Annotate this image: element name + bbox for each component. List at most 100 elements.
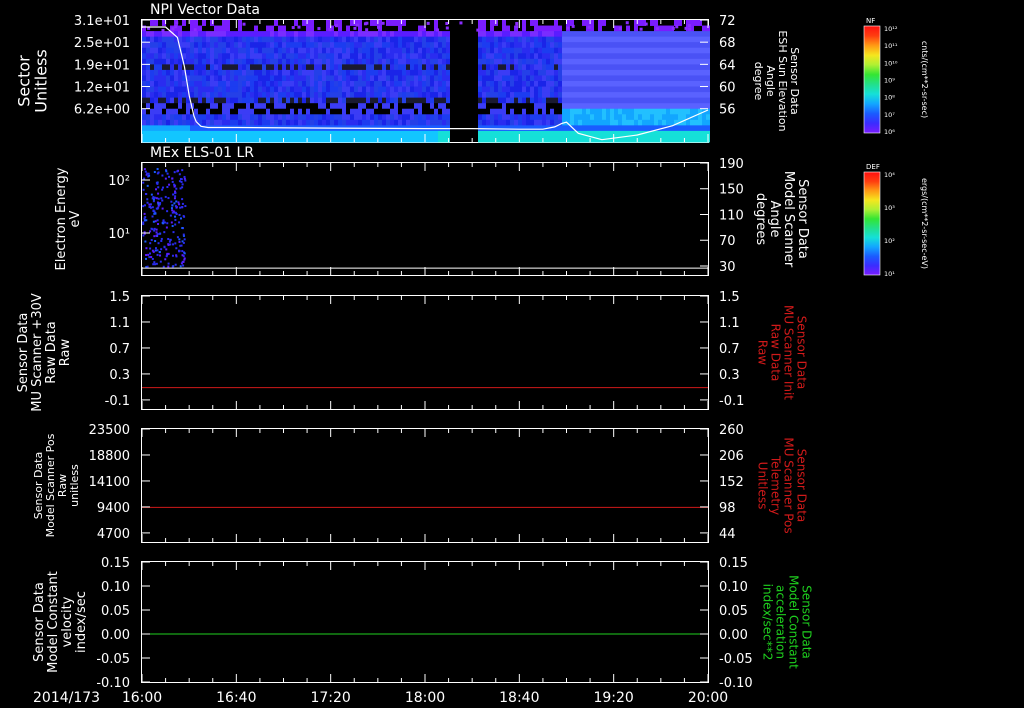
spectrogram-cell [242, 114, 246, 121]
spectrogram-cell [514, 130, 518, 137]
spectrogram-cell [578, 36, 582, 43]
spectrogram-cell [350, 119, 354, 126]
spectrogram-cell [162, 64, 166, 71]
spectrogram-cell [518, 36, 522, 43]
spectrogram-cell [182, 125, 186, 132]
spectrogram-cell [526, 81, 530, 87]
spectrogram-cell [434, 92, 438, 99]
spectrogram-cell [602, 97, 606, 104]
spectrogram-cell [570, 31, 574, 38]
spectrogram-cell [182, 20, 186, 26]
spectrogram-cell [318, 86, 322, 93]
spectrogram-cell [650, 81, 654, 87]
energy-scatter-point [159, 260, 162, 263]
spectrogram-cell [202, 103, 206, 110]
energy-scatter-point [168, 175, 171, 178]
spectrogram-cell [678, 92, 682, 99]
y-title-right: MU Scanner Init [782, 305, 796, 400]
spectrogram-cell [150, 136, 154, 143]
spectrogram-cell [230, 119, 234, 126]
spectrogram-cell [386, 75, 390, 82]
spectrogram-cell [682, 69, 686, 76]
spectrogram-cell [150, 81, 154, 87]
spectrogram-cell [622, 119, 626, 126]
right-tick-label: 72 [719, 14, 736, 29]
spectrogram-cell [290, 119, 294, 126]
spectrogram-speck [381, 21, 385, 25]
energy-scatter-point [180, 178, 183, 181]
spectrogram-cell [410, 92, 414, 99]
spectrogram-cell [614, 97, 618, 104]
spectrogram-cell [526, 75, 530, 82]
spectrogram-cell [558, 103, 562, 110]
spectrogram-cell [494, 103, 498, 110]
spectrogram-cell [638, 92, 642, 99]
spectrogram-cell [226, 103, 230, 110]
spectrogram-cell [434, 86, 438, 93]
spectrogram-cell [262, 58, 266, 65]
spectrogram-cell [274, 47, 278, 54]
spectrogram-cell [610, 108, 614, 115]
spectrogram-cell [394, 81, 398, 87]
spectrogram-cell [586, 64, 590, 71]
spectrogram-cell [562, 125, 566, 132]
spectrogram-cell [214, 114, 218, 121]
spectrogram-cell [434, 36, 438, 43]
spectrogram-cell [298, 64, 302, 71]
spectrogram-cell [206, 81, 210, 87]
spectrogram-cell [382, 69, 386, 76]
spectrogram-cell [142, 75, 146, 82]
spectrogram-cell [510, 92, 514, 99]
spectrogram-cell [214, 119, 218, 126]
spectrogram-cell [170, 64, 174, 71]
spectrogram-cell [402, 42, 406, 49]
spectrogram-speck [459, 21, 463, 25]
spectrogram-cell [690, 64, 694, 71]
spectrogram-cell [386, 42, 390, 49]
spectrogram-cell [258, 114, 262, 121]
spectrogram-cell [414, 64, 418, 71]
spectrogram-cell [334, 136, 338, 143]
spectrogram-cell [586, 114, 590, 121]
spectrogram-cell [406, 64, 410, 71]
spectrogram-cell [682, 47, 686, 54]
spectrogram-cell [614, 125, 618, 132]
spectrogram-cell [358, 58, 362, 65]
spectrogram-cell [510, 130, 514, 137]
spectrogram-cell [442, 81, 446, 87]
spectrogram-cell [350, 114, 354, 121]
spectrogram-cell [218, 108, 222, 115]
spectrogram-cell [518, 119, 522, 126]
spectrogram-cell [506, 81, 510, 87]
spectrogram-cell [610, 119, 614, 126]
spectrogram-cell [258, 42, 262, 49]
spectrogram-cell [478, 86, 482, 93]
spectrogram-cell [566, 125, 570, 132]
energy-scatter-point [145, 254, 148, 257]
spectrogram-cell [350, 53, 354, 60]
spectrogram-cell [310, 47, 314, 54]
energy-scatter-point [174, 242, 177, 245]
spectrogram-cell [546, 42, 550, 49]
spectrogram-cell [438, 92, 442, 99]
spectrogram-cell [510, 47, 514, 54]
spectrogram-cell [522, 108, 526, 115]
spectrogram-cell [482, 108, 486, 115]
left-tick-label: 0.05 [101, 604, 130, 619]
energy-scatter-point [156, 172, 159, 175]
spectrogram-cell [682, 53, 686, 60]
spectrogram-cell [342, 108, 346, 115]
spectrogram-cell [386, 108, 390, 115]
spectrogram-cell [498, 69, 502, 76]
spectrogram-cell [282, 36, 286, 43]
spectrogram-cell [530, 86, 534, 93]
spectrogram-cell [682, 31, 686, 38]
spectrogram-cell [522, 31, 526, 38]
spectrogram-cell [670, 136, 674, 143]
spectrogram-cell [418, 53, 422, 60]
y-title-right: Raw [756, 340, 770, 365]
spectrogram-cell [534, 25, 538, 32]
spectrogram-cell [658, 119, 662, 126]
energy-scatter-point [181, 254, 184, 257]
spectrogram-cell [334, 81, 338, 87]
